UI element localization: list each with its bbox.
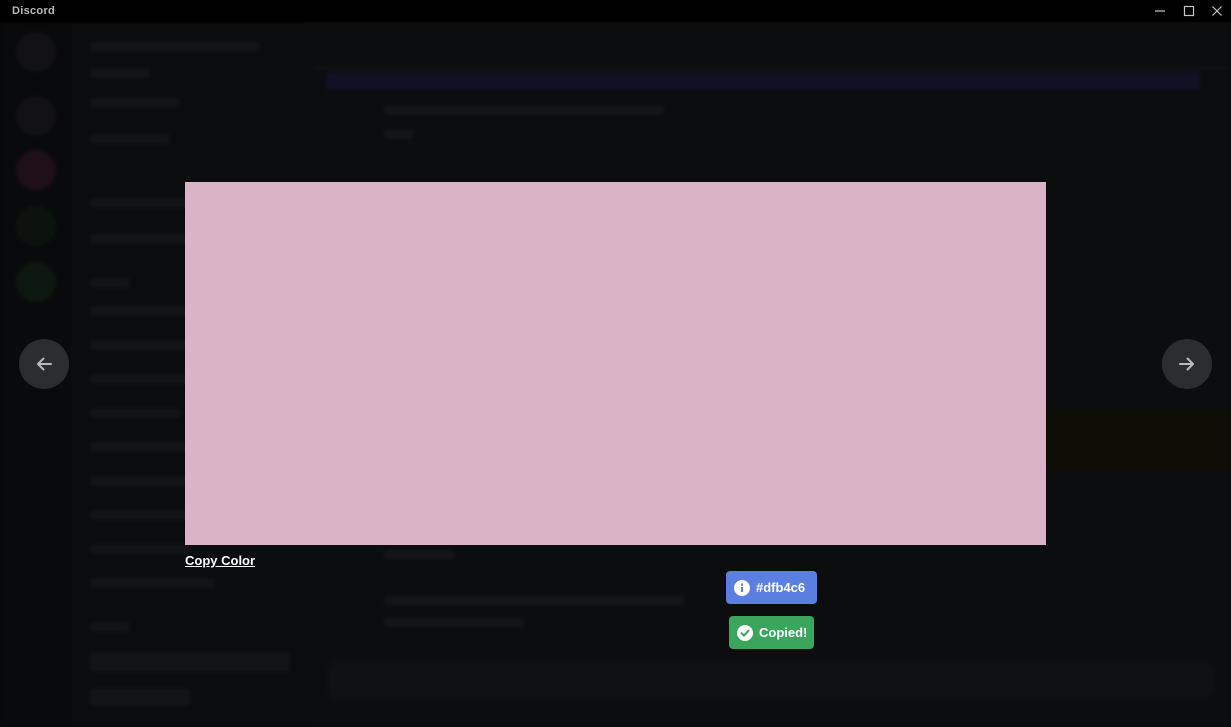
color-preview [185, 182, 1046, 545]
minimize-icon [1155, 10, 1165, 12]
copy-color-link[interactable]: Copy Color [185, 553, 255, 568]
arrow-right-icon [1179, 357, 1194, 371]
toast-text: Copied! [759, 625, 808, 640]
maximize-button[interactable] [1175, 0, 1203, 22]
toast-text: #dfb4c6 [756, 580, 806, 595]
title-bar: Discord [0, 0, 1231, 22]
previous-button[interactable] [19, 339, 69, 389]
app-title: Discord [12, 5, 56, 17]
next-button[interactable] [1162, 339, 1212, 389]
close-icon [1212, 6, 1222, 16]
info-toast: #dfb4c6 [726, 571, 817, 604]
close-button[interactable] [1203, 0, 1231, 22]
info-icon [734, 579, 750, 596]
minimize-button[interactable] [1146, 0, 1174, 22]
maximize-icon [1183, 5, 1195, 17]
arrow-left-icon [37, 357, 52, 371]
success-toast: Copied! [729, 616, 814, 649]
check-circle-icon [737, 624, 753, 641]
